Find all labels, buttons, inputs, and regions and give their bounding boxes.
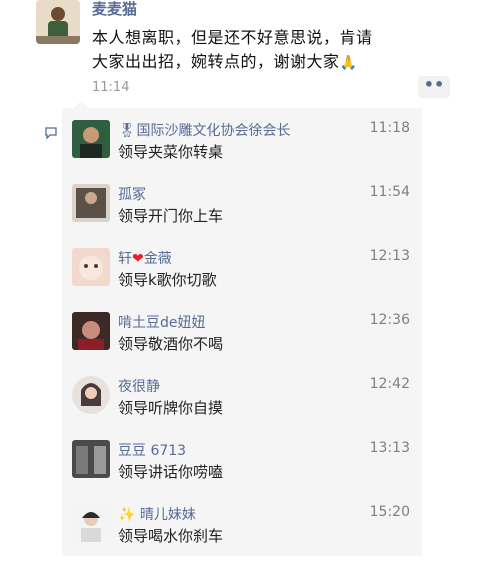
- comment-item[interactable]: 🎖 国际沙雕文化协会徐会长 11:18 领导夹菜你转桌: [62, 116, 422, 180]
- sparkle-icon: ✨: [118, 507, 136, 523]
- commenter-name[interactable]: 啃土豆de妞妞: [118, 312, 206, 332]
- post-author-avatar[interactable]: [36, 0, 80, 44]
- comment-time: 11:54: [369, 184, 410, 200]
- moments-screen: 麦麦猫 本人想离职，但是还不好意思说，肯请 大家出出招，婉转点的，谢谢大家🙏 1…: [0, 0, 477, 556]
- post: 麦麦猫 本人想离职，但是还不好意思说，肯请 大家出出招，婉转点的，谢谢大家🙏 1…: [30, 0, 450, 100]
- avatar-image: [72, 120, 110, 158]
- comment-text: 领导喝水你刹车: [118, 527, 224, 545]
- comment-time: 12:42: [369, 376, 410, 392]
- commenter-name-part-1: 轩: [118, 251, 132, 267]
- commenter-avatar[interactable]: [72, 312, 110, 350]
- commenter-name-part-2: 金薇: [143, 251, 172, 267]
- medal-icon: 🎖: [118, 123, 136, 139]
- commenter-avatar[interactable]: [72, 184, 110, 222]
- comment-time: 11:18: [369, 120, 410, 136]
- post-text-line-2-body: 大家出出招，婉转点的，谢谢大家: [92, 52, 340, 71]
- comment-time: 12:36: [369, 312, 410, 328]
- commenter-name[interactable]: 轩❤金薇: [118, 248, 172, 268]
- post-text: 本人想离职，但是还不好意思说，肯请 大家出出招，婉转点的，谢谢大家🙏: [92, 26, 452, 75]
- post-author-name[interactable]: 麦麦猫: [92, 0, 137, 19]
- commenter-avatar[interactable]: [72, 440, 110, 478]
- comment-time: 15:20: [369, 504, 410, 520]
- avatar-image: [72, 248, 110, 286]
- commenter-name[interactable]: 🎖 国际沙雕文化协会徐会长: [118, 120, 290, 140]
- pray-emoji-icon: 🙏: [339, 55, 358, 71]
- comment-text: 领导k歌你切歌: [118, 271, 217, 289]
- post-timestamp: 11:14: [92, 80, 130, 95]
- comment-item[interactable]: 孤冢 11:54 领导开门你上车: [62, 180, 422, 244]
- commenter-avatar[interactable]: [72, 376, 110, 414]
- comments-panel: 🎖 国际沙雕文化协会徐会长 11:18 领导夹菜你转桌 孤冢 11:54 领导开…: [62, 101, 422, 556]
- more-options-button[interactable]: ••: [418, 76, 450, 98]
- avatar-image: [72, 376, 110, 414]
- comment-time: 12:13: [369, 248, 410, 264]
- commenter-name[interactable]: ✨ 晴儿妹妹: [118, 504, 196, 524]
- avatar-image: [72, 184, 110, 222]
- avatar-image: [72, 440, 110, 478]
- commenter-avatar[interactable]: [72, 504, 110, 542]
- comment-item[interactable]: 豆豆 6713 13:13 领导讲话你唠嗑: [62, 436, 422, 500]
- commenter-name[interactable]: 夜很静: [118, 376, 160, 396]
- comment-time: 13:13: [369, 440, 410, 456]
- commenter-name-text: 国际沙雕文化协会徐会长: [136, 123, 291, 139]
- avatar-image: [72, 504, 110, 542]
- heart-icon: ❤: [132, 251, 144, 267]
- comment-bubble-icon: [45, 127, 57, 140]
- comment-text: 领导开门你上车: [118, 207, 224, 225]
- comment-text: 领导讲话你唠嗑: [118, 463, 224, 481]
- commenter-name[interactable]: 豆豆 6713: [118, 440, 186, 460]
- avatar-image: [72, 312, 110, 350]
- comment-text: 领导夹菜你转桌: [118, 143, 224, 161]
- commenter-name[interactable]: 孤冢: [118, 184, 146, 204]
- comment-text: 领导敬酒你不喝: [118, 335, 224, 353]
- comment-item[interactable]: 轩❤金薇 12:13 领导k歌你切歌: [62, 244, 422, 308]
- comment-item[interactable]: ✨ 晴儿妹妹 15:20 领导喝水你刹车: [62, 500, 422, 564]
- commenter-name-text: 晴儿妹妹: [139, 507, 196, 523]
- comment-text: 领导听牌你自摸: [118, 399, 224, 417]
- post-text-line-2: 大家出出招，婉转点的，谢谢大家🙏: [92, 50, 452, 75]
- comment-item[interactable]: 夜很静 12:42 领导听牌你自摸: [62, 372, 422, 436]
- commenter-avatar[interactable]: [72, 248, 110, 286]
- commenter-avatar[interactable]: [72, 120, 110, 158]
- comment-item[interactable]: 啃土豆de妞妞 12:36 领导敬酒你不喝: [62, 308, 422, 372]
- avatar-image: [36, 0, 80, 44]
- post-text-line-1: 本人想离职，但是还不好意思说，肯请: [92, 28, 373, 47]
